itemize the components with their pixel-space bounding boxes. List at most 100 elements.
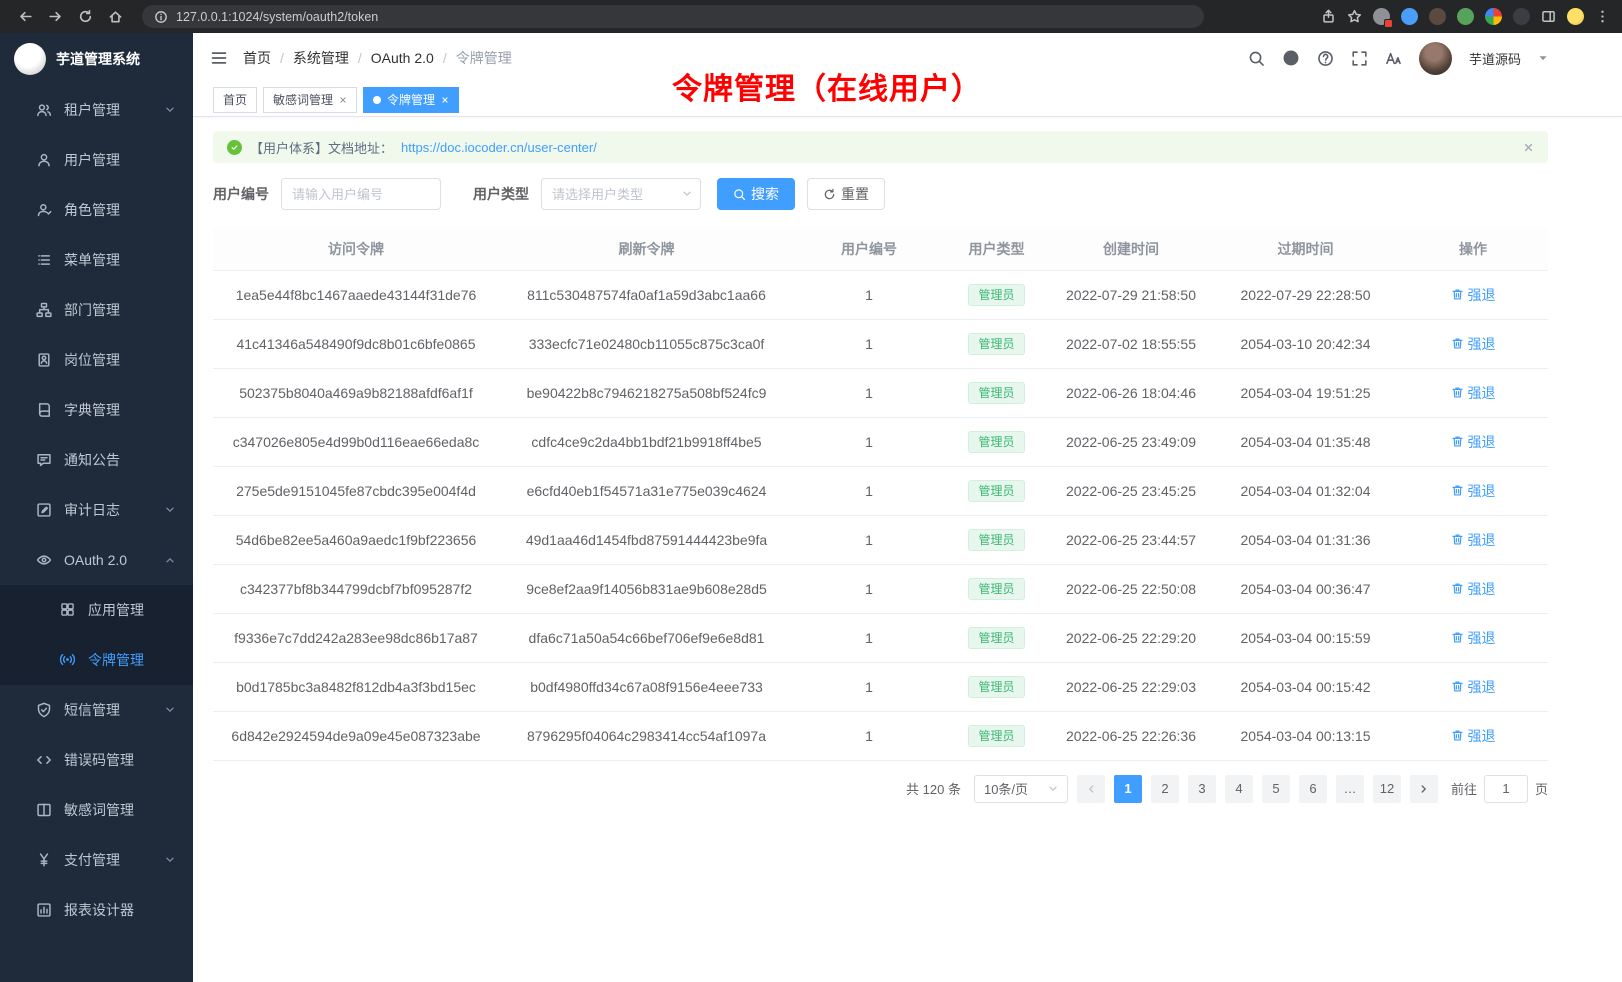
sidebar-item-dict[interactable]: 字典管理 bbox=[0, 385, 193, 435]
force-logout-button[interactable]: 强退 bbox=[1451, 677, 1496, 697]
username[interactable]: 芋道源码 bbox=[1469, 49, 1521, 68]
sidebar-item-notice[interactable]: 通知公告 bbox=[0, 435, 193, 485]
breadcrumb-item[interactable]: 系统管理 bbox=[293, 48, 349, 68]
force-logout-button[interactable]: 强退 bbox=[1451, 432, 1496, 452]
prev-page-button[interactable] bbox=[1077, 775, 1105, 803]
search-icon[interactable] bbox=[1248, 50, 1265, 67]
cell-user-type: 管理员 bbox=[944, 417, 1049, 466]
alert-close-icon[interactable] bbox=[1523, 142, 1534, 153]
cell-created-time: 2022-06-25 22:29:03 bbox=[1049, 662, 1213, 711]
user-type-select[interactable] bbox=[541, 178, 701, 210]
extension-icon[interactable] bbox=[1513, 8, 1530, 25]
extensions-puzzle-icon[interactable] bbox=[1485, 8, 1502, 25]
sidebar-item-oauth-token[interactable]: 令牌管理 bbox=[0, 635, 193, 685]
cell-user-id: 1 bbox=[794, 662, 944, 711]
address-bar[interactable]: 127.0.0.1:1024/system/oauth2/token bbox=[142, 5, 1204, 28]
page-size-select[interactable]: 10条/页 bbox=[974, 775, 1068, 803]
sidebar-item-sensitive-word[interactable]: 敏感词管理 bbox=[0, 785, 193, 835]
tab-token-management[interactable]: 令牌管理 bbox=[363, 87, 459, 113]
extension-icon[interactable] bbox=[1401, 8, 1418, 25]
force-logout-button[interactable]: 强退 bbox=[1451, 285, 1496, 305]
breadcrumb-item[interactable]: 首页 bbox=[243, 48, 271, 68]
sidebar-item-role[interactable]: 角色管理 bbox=[0, 185, 193, 235]
browser-forward-button[interactable] bbox=[42, 4, 68, 30]
select-caret-icon bbox=[1048, 784, 1058, 794]
tab-sensitive-word[interactable]: 敏感词管理 bbox=[263, 87, 357, 113]
sidebar-item-oauth-app[interactable]: 应用管理 bbox=[0, 585, 193, 635]
doc-link[interactable]: https://doc.iocoder.cn/user-center/ bbox=[401, 140, 597, 155]
cell-access-token: 6d842e2924594de9a09e45e087323abe bbox=[213, 711, 499, 760]
page-ellipsis[interactable]: … bbox=[1336, 775, 1364, 803]
share-icon[interactable] bbox=[1321, 9, 1336, 24]
browser-profile-avatar[interactable] bbox=[1567, 8, 1584, 25]
reset-button[interactable]: 重置 bbox=[807, 178, 885, 210]
force-logout-button[interactable]: 强退 bbox=[1451, 628, 1496, 648]
browser-home-button[interactable] bbox=[102, 4, 128, 30]
cell-user-type: 管理员 bbox=[944, 466, 1049, 515]
col-user-id: 用户编号 bbox=[794, 228, 944, 270]
goto-page-input[interactable] bbox=[1484, 775, 1528, 803]
extension-icon[interactable] bbox=[1373, 8, 1390, 25]
sidebar-item-tenant[interactable]: 租户管理 bbox=[0, 85, 193, 135]
sidebar-item-label: OAuth 2.0 bbox=[64, 552, 153, 568]
next-page-button[interactable] bbox=[1410, 775, 1438, 803]
search-button[interactable]: 搜索 bbox=[717, 178, 795, 210]
page-button-6[interactable]: 6 bbox=[1299, 775, 1327, 803]
force-logout-button[interactable]: 强退 bbox=[1451, 383, 1496, 403]
sidebar-item-sms[interactable]: 短信管理 bbox=[0, 685, 193, 735]
sidebar-item-user[interactable]: 用户管理 bbox=[0, 135, 193, 185]
bookmark-star-icon[interactable] bbox=[1347, 9, 1362, 24]
force-logout-button[interactable]: 强退 bbox=[1451, 334, 1496, 354]
force-logout-label: 强退 bbox=[1468, 383, 1496, 403]
force-logout-label: 强退 bbox=[1468, 726, 1496, 746]
cell-user-type: 管理员 bbox=[944, 270, 1049, 319]
sidebar-item-pay[interactable]: 支付管理 bbox=[0, 835, 193, 885]
cell-actions: 强退 bbox=[1398, 613, 1548, 662]
app-logo[interactable]: 芋道管理系统 bbox=[0, 33, 193, 85]
page-button-5[interactable]: 5 bbox=[1262, 775, 1290, 803]
browser-reload-button[interactable] bbox=[72, 4, 98, 30]
tab-close-icon[interactable] bbox=[339, 96, 347, 104]
sidebar-item-report-designer[interactable]: 报表设计器 bbox=[0, 885, 193, 935]
tab-close-icon[interactable] bbox=[441, 96, 449, 104]
page-button-3[interactable]: 3 bbox=[1188, 775, 1216, 803]
side-panel-icon[interactable] bbox=[1541, 9, 1556, 24]
fullscreen-icon[interactable] bbox=[1351, 50, 1368, 67]
sidebar-item-menu[interactable]: 菜单管理 bbox=[0, 235, 193, 285]
sidebar-item-dept[interactable]: 部门管理 bbox=[0, 285, 193, 335]
force-logout-button[interactable]: 强退 bbox=[1451, 726, 1496, 746]
page-button-2[interactable]: 2 bbox=[1151, 775, 1179, 803]
tab-home[interactable]: 首页 bbox=[213, 87, 257, 113]
force-logout-button[interactable]: 强退 bbox=[1451, 579, 1496, 599]
force-logout-button[interactable]: 强退 bbox=[1451, 530, 1496, 550]
user-menu-caret-icon[interactable] bbox=[1538, 53, 1548, 63]
breadcrumb-item[interactable]: OAuth 2.0 bbox=[371, 50, 434, 66]
page-button-1[interactable]: 1 bbox=[1114, 775, 1142, 803]
font-size-icon[interactable] bbox=[1385, 50, 1402, 67]
github-icon[interactable] bbox=[1282, 49, 1300, 67]
sidebar-item-error-code[interactable]: 错误码管理 bbox=[0, 735, 193, 785]
browser-menu-icon[interactable] bbox=[1595, 9, 1610, 24]
force-logout-button[interactable]: 强退 bbox=[1451, 481, 1496, 501]
extension-icon[interactable] bbox=[1457, 8, 1474, 25]
user-avatar[interactable] bbox=[1419, 42, 1452, 75]
user-id-input[interactable] bbox=[281, 178, 441, 210]
cell-user-type: 管理员 bbox=[944, 711, 1049, 760]
table-row: 502375b8040a469a9b82188afdf6af1f be90422… bbox=[213, 368, 1548, 417]
collapse-sidebar-icon[interactable] bbox=[210, 49, 228, 67]
shield-icon bbox=[36, 702, 52, 718]
trash-icon bbox=[1451, 582, 1464, 595]
extension-icon[interactable] bbox=[1429, 8, 1446, 25]
help-icon[interactable] bbox=[1317, 50, 1334, 67]
browser-back-button[interactable] bbox=[12, 4, 38, 30]
sidebar-item-post[interactable]: 岗位管理 bbox=[0, 335, 193, 385]
sidebar-item-audit-log[interactable]: 审计日志 bbox=[0, 485, 193, 535]
site-info-icon[interactable] bbox=[154, 10, 168, 24]
user-type-select-input[interactable] bbox=[541, 178, 701, 210]
sidebar-item-label: 审计日志 bbox=[64, 500, 153, 520]
page-button-4[interactable]: 4 bbox=[1225, 775, 1253, 803]
cell-created-time: 2022-06-25 23:49:09 bbox=[1049, 417, 1213, 466]
sidebar-item-oauth[interactable]: OAuth 2.0 bbox=[0, 535, 193, 585]
header-actions: 芋道源码 bbox=[1248, 42, 1548, 75]
page-button-12[interactable]: 12 bbox=[1373, 775, 1401, 803]
